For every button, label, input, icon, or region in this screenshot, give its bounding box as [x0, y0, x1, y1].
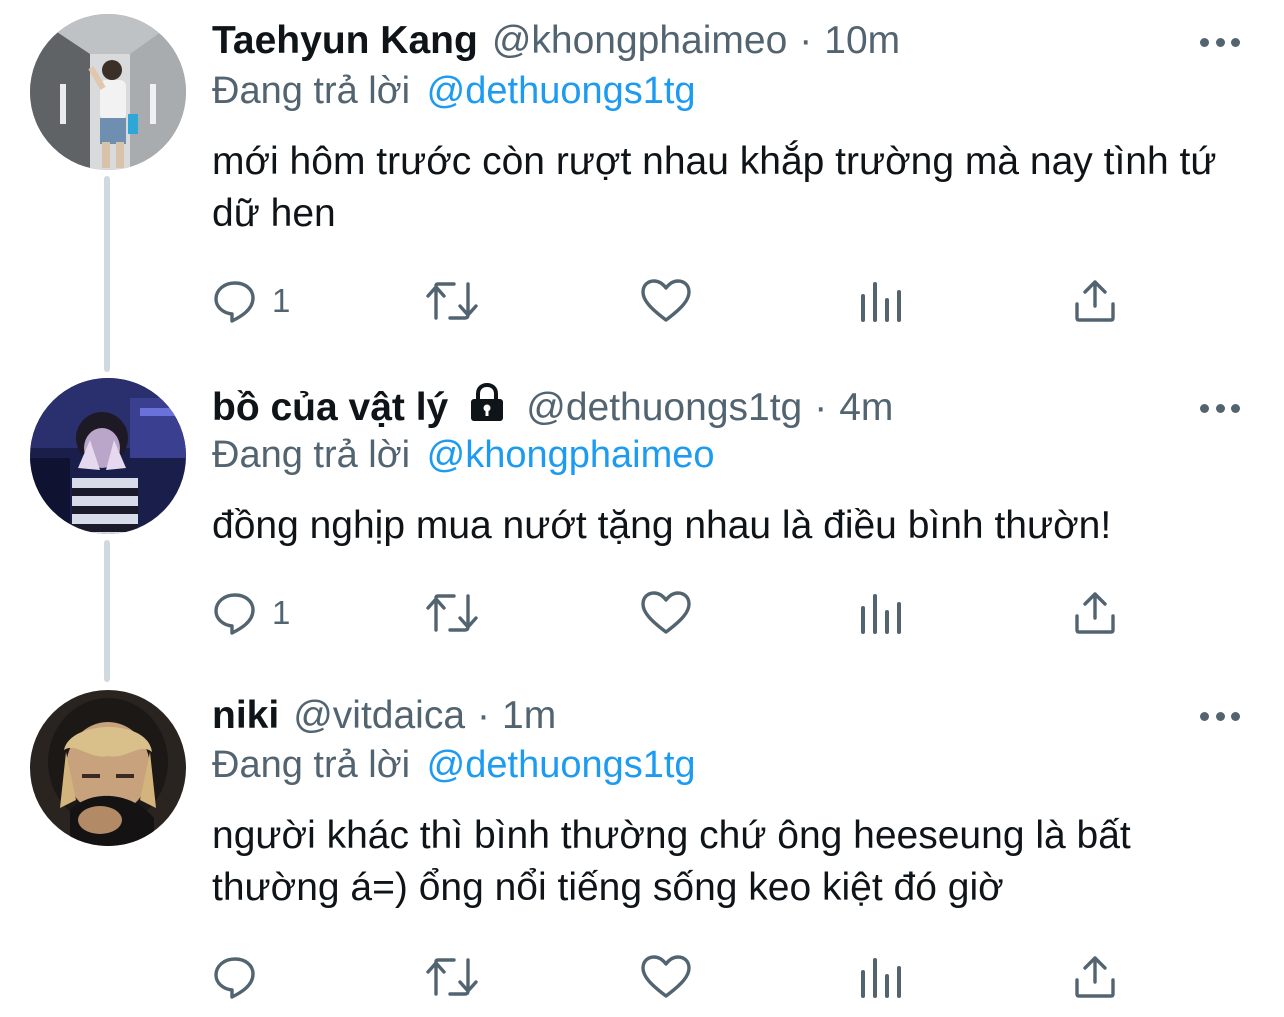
- share-icon: [1075, 956, 1115, 998]
- speech-bubble-icon: [214, 593, 255, 635]
- timestamp[interactable]: 1m: [502, 694, 556, 738]
- author-handle[interactable]: @dethuongs1tg: [526, 386, 802, 430]
- tweet-text: mới hôm trước còn rượt nhau khắp trường …: [212, 140, 1217, 235]
- heart-icon: [641, 591, 691, 634]
- like-button[interactable]: [640, 276, 706, 326]
- replying-to-mention[interactable]: @dethuongs1tg: [427, 744, 696, 786]
- tweet-header: Taehyun Kang @khongphaimeo · 10m: [212, 15, 1184, 67]
- retweet-button[interactable]: [424, 276, 494, 326]
- bar-chart-icon: [861, 594, 901, 634]
- replying-to-line: Đang trả lời @khongphaimeo: [212, 434, 715, 477]
- reply-count: 1: [272, 282, 291, 319]
- tweet[interactable]: niki @vitdaica · 1m Đang trả lời @dethuo…: [0, 684, 1284, 1017]
- author-name[interactable]: niki: [212, 694, 279, 738]
- replying-to-label: Đang trả lời: [212, 744, 411, 786]
- retweet-button[interactable]: [424, 952, 494, 1002]
- replying-to-line: Đang trả lời @dethuongs1tg: [212, 70, 696, 113]
- reply-count: 1: [272, 594, 291, 631]
- tweet-text: đồng nghịp mua nướt tặng nhau là điều bì…: [212, 504, 1112, 547]
- reply-button[interactable]: 1: [212, 588, 290, 638]
- timestamp[interactable]: 4m: [839, 386, 893, 430]
- like-button[interactable]: [640, 588, 706, 638]
- more-dots-icon[interactable]: [1200, 36, 1240, 48]
- more-dots-icon[interactable]: [1200, 710, 1240, 722]
- replying-to-mention[interactable]: @dethuongs1tg: [427, 70, 696, 112]
- avatar[interactable]: [30, 690, 186, 846]
- more-dots-icon[interactable]: [1200, 402, 1240, 414]
- retweet-icon: [426, 282, 478, 320]
- share-button[interactable]: [1072, 952, 1118, 1002]
- author-name[interactable]: Taehyun Kang: [212, 19, 478, 63]
- analytics-button[interactable]: [858, 952, 904, 1002]
- separator-dot: ·: [477, 694, 491, 737]
- author-handle[interactable]: @vitdaica: [293, 694, 465, 738]
- tweet-actions: 1: [212, 588, 1142, 638]
- tweet-text: người khác thì bình thường chứ ông heese…: [212, 814, 1131, 909]
- retweet-icon: [426, 958, 478, 996]
- author-handle[interactable]: @khongphaimeo: [492, 19, 787, 63]
- analytics-button[interactable]: [858, 276, 904, 326]
- tweet[interactable]: bồ của vật lý @dethuongs1tg · 4m Đang tr…: [0, 370, 1284, 684]
- separator-dot: ·: [814, 386, 828, 429]
- avatar[interactable]: [30, 14, 186, 170]
- tweet-actions: 1: [212, 276, 1142, 326]
- analytics-button[interactable]: [858, 588, 904, 638]
- share-icon: [1075, 592, 1115, 634]
- retweet-button[interactable]: [424, 588, 494, 638]
- retweet-icon: [426, 594, 478, 632]
- replying-to-label: Đang trả lời: [212, 434, 411, 476]
- author-name[interactable]: bồ của vật lý: [212, 386, 448, 430]
- separator-dot: ·: [799, 19, 813, 62]
- reply-button[interactable]: 1: [212, 276, 290, 326]
- speech-bubble-icon: [214, 957, 255, 999]
- replying-to-label: Đang trả lời: [212, 70, 411, 112]
- share-button[interactable]: [1072, 276, 1118, 326]
- like-button[interactable]: [640, 952, 706, 1002]
- bar-chart-icon: [861, 282, 901, 322]
- tweet-header: bồ của vật lý @dethuongs1tg · 4m: [212, 382, 1184, 434]
- timestamp[interactable]: 10m: [824, 19, 900, 63]
- avatar[interactable]: [30, 378, 186, 534]
- heart-icon: [641, 279, 691, 322]
- tweet-actions: [212, 952, 1142, 1002]
- tweet-header: niki @vitdaica · 1m: [212, 690, 1184, 742]
- replying-to-mention[interactable]: @khongphaimeo: [427, 434, 715, 476]
- share-icon: [1075, 280, 1115, 322]
- replying-to-line: Đang trả lời @dethuongs1tg: [212, 744, 696, 787]
- bar-chart-icon: [861, 958, 901, 998]
- speech-bubble-icon: [214, 281, 255, 323]
- heart-icon: [641, 955, 691, 998]
- share-button[interactable]: [1072, 588, 1118, 638]
- reply-button[interactable]: [212, 952, 272, 1002]
- tweet[interactable]: Taehyun Kang @khongphaimeo · 10m Đang tr…: [0, 0, 1284, 370]
- lock-icon: [468, 382, 506, 433]
